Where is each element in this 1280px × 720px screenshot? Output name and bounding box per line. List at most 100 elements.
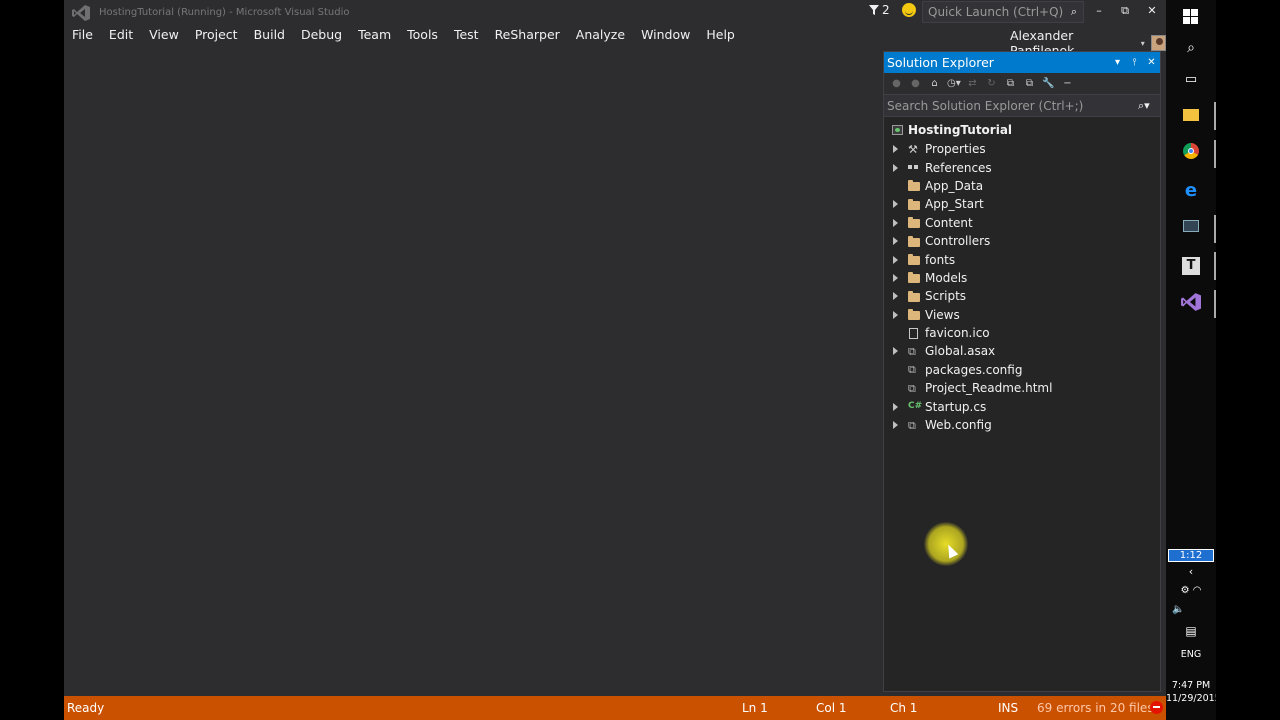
tree-item[interactable]: Models (884, 269, 1160, 287)
quick-launch-box[interactable]: Quick Launch (Ctrl+Q) ⌕ (922, 1, 1084, 23)
language-indicator[interactable]: ENG (1166, 649, 1216, 660)
solution-tree: HostingTutorial ⚒ Properties References App… (884, 117, 1160, 434)
tree-item[interactable]: ⧉ Project_Readme.html (884, 379, 1160, 397)
menu-help[interactable]: Help (698, 24, 743, 46)
tree-item[interactable]: C# Startup.cs (884, 397, 1160, 415)
expand-arrow-icon[interactable] (888, 402, 904, 412)
quick-launch-placeholder: Quick Launch (Ctrl+Q) (928, 5, 1064, 19)
tree-item-label: App_Data (925, 178, 984, 193)
window-position-dropdown-icon[interactable]: ▾ (1109, 57, 1126, 68)
pin-icon[interactable]: ⫯ (1126, 57, 1143, 68)
folder-icon (908, 309, 920, 321)
feedback-smiley-icon[interactable] (902, 3, 916, 17)
menu-analyze[interactable]: Analyze (568, 24, 633, 46)
expand-arrow-icon[interactable] (888, 291, 904, 301)
menu-view[interactable]: View (141, 24, 187, 46)
tree-item[interactable]: ⧉ Global.asax (884, 342, 1160, 360)
tree-item[interactable]: Controllers (884, 232, 1160, 250)
refresh-icon[interactable]: ↻ (985, 77, 998, 90)
config-file-icon: ⧉ (908, 381, 916, 395)
home-icon[interactable]: ⌂ (928, 77, 941, 90)
tree-item[interactable]: ⧉ packages.config (884, 361, 1160, 379)
tree-item[interactable]: App_Start (884, 195, 1160, 213)
tree-item[interactable]: favicon.ico (884, 324, 1160, 342)
tree-item-label: Content (925, 215, 973, 230)
notifications-button[interactable]: 2 (869, 3, 890, 17)
tree-item[interactable]: Content (884, 214, 1160, 232)
expand-arrow-icon[interactable] (888, 310, 904, 320)
windows-start-icon[interactable] (1183, 9, 1198, 24)
error-icon[interactable] (1150, 701, 1163, 714)
menu-edit[interactable]: Edit (101, 24, 141, 46)
tree-item[interactable]: App_Data (884, 177, 1160, 195)
expand-arrow-icon[interactable] (888, 144, 904, 154)
menu-debug[interactable]: Debug (293, 24, 350, 46)
media-app-icon[interactable] (1166, 220, 1216, 235)
tree-item[interactable]: Views (884, 306, 1160, 324)
expand-arrow-icon[interactable] (888, 346, 904, 356)
expand-arrow-icon[interactable] (888, 255, 904, 265)
minimize-button[interactable]: – (1090, 4, 1108, 20)
tree-item-label: Web.config (925, 418, 992, 433)
typora-icon[interactable]: T (1166, 257, 1216, 275)
close-button[interactable]: ✕ (1143, 4, 1161, 20)
tree-item[interactable]: Scripts (884, 287, 1160, 305)
menu-build[interactable]: Build (246, 24, 293, 46)
menu-tools[interactable]: Tools (399, 24, 446, 46)
solution-explorer-search[interactable]: Search Solution Explorer (Ctrl+;) ⌕▾ (884, 95, 1160, 117)
pending-changes-filter-icon[interactable]: ◷▾ (947, 77, 961, 90)
file-icon (909, 327, 918, 339)
visual-studio-taskbar-icon[interactable] (1166, 293, 1216, 314)
folder-icon (908, 254, 920, 266)
expand-arrow-icon[interactable] (888, 199, 904, 209)
tree-item[interactable]: fonts (884, 250, 1160, 268)
system-clock[interactable]: 7:47 PM 11/29/2015 (1166, 679, 1221, 705)
back-icon[interactable]: ● (890, 77, 903, 90)
file-explorer-icon[interactable] (1166, 106, 1216, 124)
expand-arrow-icon[interactable] (888, 218, 904, 228)
tree-item-label: Views (925, 307, 960, 322)
properties-wrench-icon[interactable]: 🔧 (1042, 77, 1055, 90)
menu-team[interactable]: Team (350, 24, 399, 46)
tree-item-label: Global.asax (925, 344, 996, 359)
status-insert-mode: INS (998, 701, 1019, 715)
restore-button[interactable]: ⧉ (1116, 4, 1134, 20)
tree-item[interactable]: References (884, 158, 1160, 176)
search-icon[interactable]: ⌕ (1166, 40, 1216, 56)
menu-file[interactable]: File (64, 24, 101, 46)
expand-arrow-icon[interactable] (888, 273, 904, 283)
tree-item-label: packages.config (925, 362, 1023, 377)
show-all-files-icon[interactable]: ⧉ (1023, 77, 1036, 90)
wrench-icon: ⚒ (908, 142, 918, 156)
chrome-icon[interactable] (1166, 143, 1216, 162)
project-label: HostingTutorial (908, 123, 1013, 137)
search-icon[interactable]: ⌕ (1065, 5, 1083, 19)
preview-icon[interactable]: − (1061, 77, 1074, 90)
collapse-all-icon[interactable]: ⧉ (1004, 77, 1017, 90)
tree-project-hostingtutorial[interactable]: HostingTutorial (884, 120, 1160, 140)
tree-item[interactable]: ⚒ Properties (884, 140, 1160, 158)
expand-arrow-icon[interactable] (888, 420, 904, 430)
tree-item-label: Scripts (925, 289, 967, 304)
network-and-settings-icons[interactable]: ⚙ ◠ (1166, 585, 1216, 596)
expand-arrow-icon[interactable] (888, 163, 904, 173)
forward-icon[interactable]: ● (909, 77, 922, 90)
chevron-left-icon[interactable]: ‹ (1166, 565, 1216, 578)
menu-window[interactable]: Window (633, 24, 698, 46)
menu-test[interactable]: Test (446, 24, 487, 46)
tree-item[interactable]: ⧉ Web.config (884, 416, 1160, 434)
search-icon[interactable]: ⌕▾ (1138, 99, 1160, 113)
expand-arrow-icon[interactable] (888, 236, 904, 246)
status-column: Col 1 (816, 701, 847, 715)
status-errors[interactable]: 69 errors in 20 files (1037, 701, 1154, 715)
volume-icon[interactable]: 🔈 (1166, 604, 1216, 615)
tree-item-label: Project_Readme.html (925, 381, 1053, 396)
sync-icon[interactable]: ⇄ (966, 77, 979, 90)
action-center-icon[interactable]: ▤ (1166, 624, 1216, 638)
task-view-icon[interactable]: ▭ (1166, 72, 1216, 87)
edge-icon[interactable]: e (1166, 180, 1216, 201)
close-panel-icon[interactable]: ✕ (1143, 57, 1160, 68)
menu-project[interactable]: Project (187, 24, 246, 46)
menu-resharper[interactable]: ReSharper (487, 24, 568, 46)
notification-flag-icon (869, 5, 879, 15)
